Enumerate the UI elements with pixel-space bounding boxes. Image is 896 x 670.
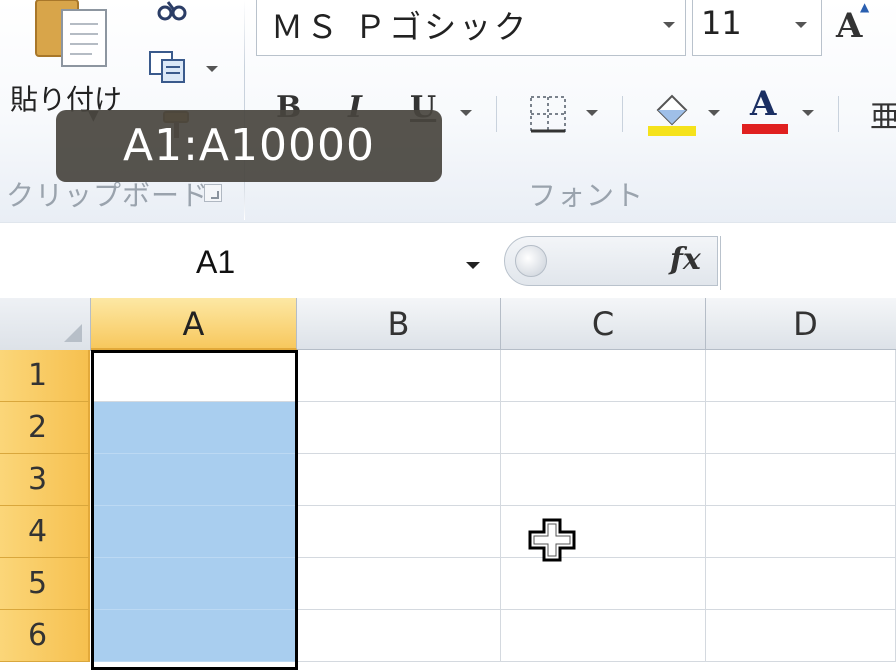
font-color-dropdown-icon[interactable] [802, 110, 814, 116]
fill-color-icon[interactable] [648, 90, 696, 136]
cell-b2[interactable] [297, 402, 501, 454]
column-header-c[interactable]: C [501, 298, 706, 350]
phonetic-guide-icon[interactable]: 亜 [870, 92, 896, 136]
cell-c6[interactable] [501, 610, 706, 662]
row-header-6[interactable]: 6 [0, 610, 90, 662]
cell-b1[interactable] [297, 350, 501, 402]
column-header-b[interactable]: B [297, 298, 501, 350]
name-box[interactable]: A1 [0, 236, 496, 290]
font-color-glyph: A [750, 84, 777, 124]
cell-c2[interactable] [501, 402, 706, 454]
font-color-swatch [742, 124, 788, 134]
tooltip-text: A1:A10000 [123, 120, 375, 171]
column-header-a[interactable]: A [91, 298, 297, 350]
cell-c3[interactable] [501, 454, 706, 506]
font-name-combobox[interactable]: ＭＳ Ｐゴシック [256, 0, 686, 56]
cell-b6[interactable] [297, 610, 501, 662]
cell-select-cursor-icon [528, 518, 576, 562]
row-header-3[interactable]: 3 [0, 454, 90, 506]
row-header-2[interactable]: 2 [0, 402, 90, 454]
cell-a6[interactable] [91, 610, 297, 662]
grow-font-arrow-icon: ▲ [860, 0, 870, 14]
font-name-dropdown-icon[interactable] [663, 22, 675, 28]
font-size-value: 11 [701, 4, 742, 42]
cell-c5[interactable] [501, 558, 706, 610]
cell-b5[interactable] [297, 558, 501, 610]
font-color-icon[interactable]: A [742, 84, 788, 136]
toolbar-separator [838, 96, 839, 132]
row-header-1[interactable]: 1 [0, 350, 90, 402]
borders-icon[interactable] [528, 94, 568, 134]
grow-font-button[interactable]: A [836, 6, 862, 46]
row-header-4[interactable]: 4 [0, 506, 90, 558]
font-size-dropdown-icon[interactable] [795, 22, 807, 28]
column-header-d[interactable]: D [706, 298, 896, 350]
select-all-button[interactable] [0, 298, 91, 351]
clipboard-launcher-icon[interactable] [204, 184, 222, 202]
font-group-label: フォント [528, 179, 645, 212]
toolbar-separator [496, 96, 497, 132]
insert-function-icon[interactable]: fx [670, 242, 701, 277]
cell-b4[interactable] [297, 506, 501, 558]
underline-dropdown-icon[interactable] [460, 110, 472, 116]
toolbar-separator [622, 96, 623, 132]
cell-a4[interactable] [91, 506, 297, 558]
cell-d5[interactable] [706, 558, 896, 610]
row-header-5[interactable]: 5 [0, 558, 90, 610]
cell-a2[interactable] [91, 402, 297, 454]
cell-a5[interactable] [91, 558, 297, 610]
font-size-combobox[interactable]: 11 [692, 0, 822, 56]
cell-d4[interactable] [706, 506, 896, 558]
cell-a1[interactable] [91, 350, 297, 402]
cell-d2[interactable] [706, 402, 896, 454]
scissors-icon[interactable] [156, 0, 188, 22]
font-name-value: ＭＳ Ｐゴシック [271, 8, 530, 46]
copy-icon[interactable] [148, 50, 188, 84]
cell-b3[interactable] [297, 454, 501, 506]
name-box-dropdown-icon[interactable] [466, 262, 480, 269]
name-box-value: A1 [196, 244, 236, 280]
cell-a3[interactable] [91, 454, 297, 506]
selection-range-tooltip: A1:A10000 [56, 110, 442, 182]
paste-icon[interactable] [28, 0, 114, 70]
cell-d3[interactable] [706, 454, 896, 506]
copy-dropdown-icon[interactable] [206, 66, 218, 72]
cell-c1[interactable] [501, 350, 706, 402]
fill-color-dropdown-icon[interactable] [708, 110, 720, 116]
formula-input[interactable] [720, 236, 896, 290]
cell-d1[interactable] [706, 350, 896, 402]
borders-dropdown-icon[interactable] [586, 110, 598, 116]
cell-d6[interactable] [706, 610, 896, 662]
